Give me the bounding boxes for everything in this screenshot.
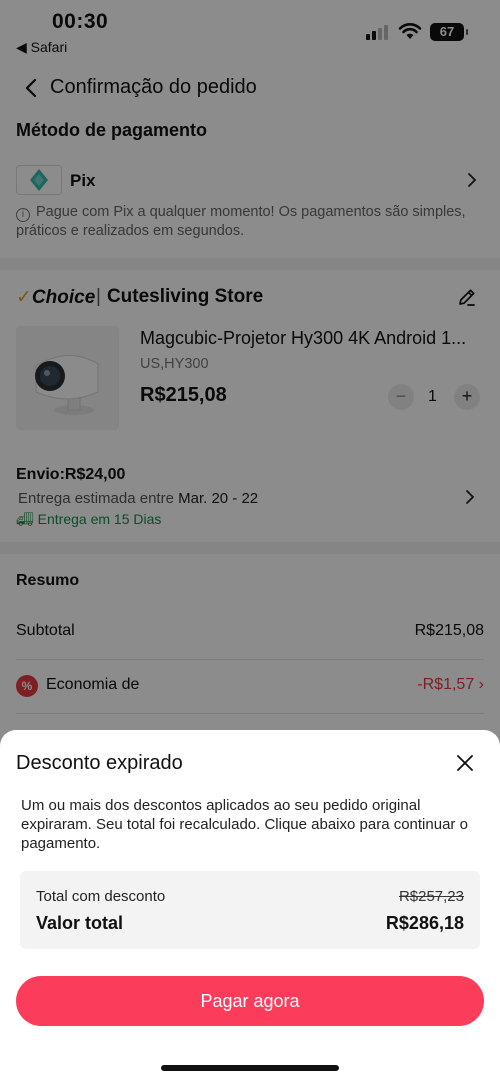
pay-now-button[interactable]: Pagar agora: [16, 976, 484, 1026]
sheet-title: Desconto expirado: [16, 752, 183, 774]
close-icon[interactable]: [454, 752, 476, 774]
total-label: Valor total: [36, 913, 124, 933]
sheet-message: Um ou mais dos descontos aplicados ao se…: [21, 797, 468, 852]
discount-expired-sheet: Desconto expirado Um ou mais dos descont…: [0, 730, 500, 1082]
discount-total-value: R$257,23: [398, 888, 464, 905]
totals-box: Total com desconto R$257,23 Valor total …: [20, 871, 480, 949]
discount-total-label: Total com desconto: [36, 888, 166, 905]
total-value: R$286,18: [385, 913, 464, 933]
home-indicator[interactable]: [161, 1065, 339, 1071]
